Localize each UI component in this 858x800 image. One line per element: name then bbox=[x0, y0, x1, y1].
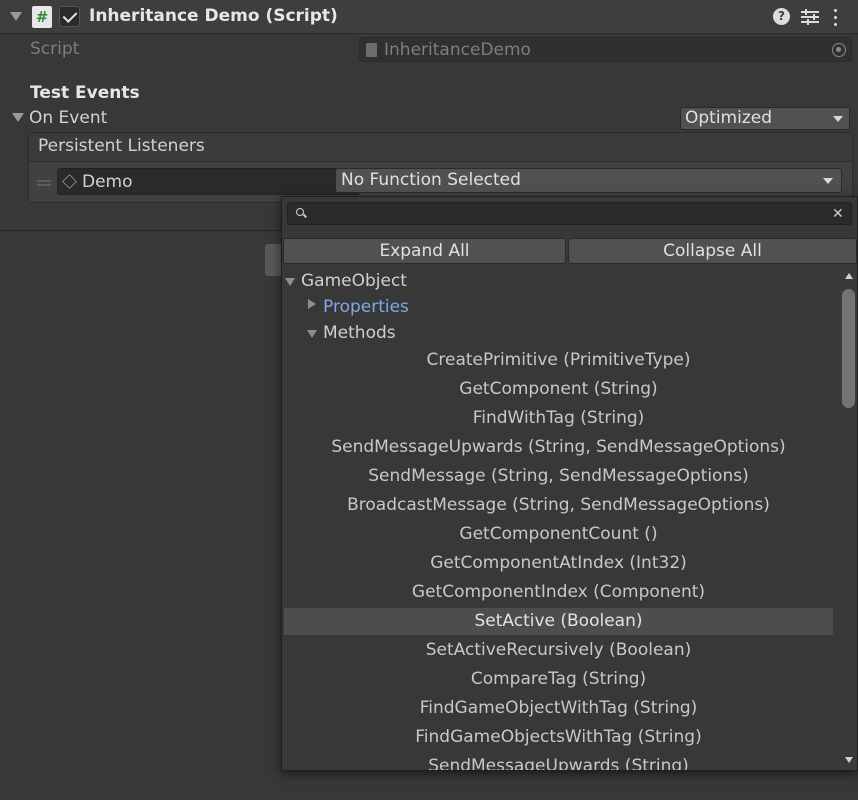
tree-node-properties[interactable]: Properties bbox=[323, 299, 409, 316]
method-item[interactable]: FindGameObjectsWithTag (String) bbox=[284, 724, 833, 751]
method-label: GetComponent (String) bbox=[459, 379, 658, 399]
method-label: SendMessage (String, SendMessageOptions) bbox=[368, 466, 749, 486]
gameobject-icon bbox=[62, 174, 77, 189]
on-event-label[interactable]: On Event bbox=[29, 110, 107, 127]
script-file-icon bbox=[366, 43, 377, 57]
method-label: BroadcastMessage (String, SendMessageOpt… bbox=[347, 495, 770, 515]
function-dropdown[interactable]: No Function Selected bbox=[335, 168, 842, 193]
target-object-value: Demo bbox=[82, 172, 133, 192]
method-item[interactable]: SendMessageUpwards (String) bbox=[284, 753, 833, 771]
tree-collapse-icon[interactable] bbox=[308, 299, 316, 309]
tree-expand-icon[interactable] bbox=[285, 278, 295, 286]
method-label: FindWithTag (String) bbox=[472, 408, 645, 428]
method-list: CreatePrimitive (PrimitiveType) GetCompon… bbox=[282, 346, 840, 771]
method-item[interactable]: GetComponent (String) bbox=[284, 376, 833, 403]
function-popup: ✕ Expand All Collapse All GameObject Pro… bbox=[281, 196, 858, 771]
method-item[interactable]: FindGameObjectWithTag (String) bbox=[284, 695, 833, 722]
method-item[interactable]: CreatePrimitive (PrimitiveType) bbox=[284, 347, 833, 374]
fold-arrow-icon[interactable] bbox=[10, 12, 22, 21]
method-item[interactable]: BroadcastMessage (String, SendMessageOpt… bbox=[284, 492, 833, 519]
method-label: FindGameObjectsWithTag (String) bbox=[415, 727, 702, 747]
script-value: InheritanceDemo bbox=[384, 40, 531, 60]
chevron-down-icon bbox=[823, 178, 833, 184]
method-label: CreatePrimitive (PrimitiveType) bbox=[426, 350, 691, 370]
method-label: FindGameObjectWithTag (String) bbox=[419, 698, 698, 718]
help-icon[interactable]: ? bbox=[773, 8, 790, 25]
enable-checkbox[interactable] bbox=[59, 6, 80, 27]
tree-node-methods[interactable]: Methods bbox=[323, 325, 396, 342]
method-item[interactable]: GetComponentCount () bbox=[284, 521, 833, 548]
method-label: SendMessageUpwards (String, SendMessageO… bbox=[331, 437, 786, 457]
method-item[interactable]: SendMessage (String, SendMessageOptions) bbox=[284, 463, 833, 490]
object-picker-icon[interactable] bbox=[832, 43, 846, 57]
expand-all-button[interactable]: Expand All bbox=[283, 238, 566, 264]
listener-header-label: Persistent Listeners bbox=[38, 136, 205, 156]
method-tree: GameObject Properties Methods CreatePrim… bbox=[282, 269, 840, 771]
event-mode-dropdown[interactable]: Optimized bbox=[680, 107, 850, 130]
method-item[interactable]: CompareTag (String) bbox=[284, 666, 833, 693]
method-item[interactable]: SetActive (Boolean) bbox=[284, 608, 833, 635]
method-label: GetComponentAtIndex (Int32) bbox=[430, 553, 687, 573]
search-input[interactable]: ✕ bbox=[287, 202, 852, 225]
listener-header: Persistent Listeners bbox=[29, 133, 852, 162]
kebab-menu-icon[interactable] bbox=[829, 7, 843, 27]
scrollbar[interactable] bbox=[840, 269, 857, 770]
scroll-up-icon[interactable] bbox=[845, 273, 853, 279]
tree-expand-icon[interactable] bbox=[307, 330, 317, 338]
component-title: Inheritance Demo (Script) bbox=[89, 6, 338, 26]
scroll-down-icon[interactable] bbox=[845, 757, 853, 763]
method-item[interactable]: GetComponentIndex (Component) bbox=[284, 579, 833, 606]
method-item[interactable]: SetActiveRecursively (Boolean) bbox=[284, 637, 833, 664]
tree-node-gameobject[interactable]: GameObject bbox=[301, 273, 407, 290]
target-object-field[interactable]: Demo bbox=[57, 168, 360, 195]
script-icon: # bbox=[32, 6, 52, 28]
method-label: SetActiveRecursively (Boolean) bbox=[425, 640, 692, 660]
method-item[interactable]: FindWithTag (String) bbox=[284, 405, 833, 432]
component-header[interactable]: # Inheritance Demo (Script) ? bbox=[0, 0, 858, 34]
method-label: GetComponentCount () bbox=[459, 524, 658, 544]
method-label: CompareTag (String) bbox=[470, 669, 647, 689]
method-label: SetActive (Boolean) bbox=[474, 611, 643, 631]
method-label: SendMessageUpwards (String) bbox=[428, 756, 689, 771]
chevron-down-icon bbox=[833, 116, 843, 122]
presets-icon[interactable] bbox=[801, 8, 819, 26]
script-field[interactable]: InheritanceDemo bbox=[359, 37, 852, 62]
scroll-thumb[interactable] bbox=[842, 289, 855, 408]
collapse-all-button[interactable]: Collapse All bbox=[568, 238, 857, 264]
method-item[interactable]: GetComponentAtIndex (Int32) bbox=[284, 550, 833, 577]
close-icon[interactable]: ✕ bbox=[832, 206, 844, 222]
script-label: Script bbox=[30, 39, 80, 59]
function-value: No Function Selected bbox=[341, 170, 521, 190]
fold-arrow-icon[interactable] bbox=[12, 113, 24, 122]
method-label: GetComponentIndex (Component) bbox=[411, 582, 706, 602]
method-item[interactable]: SendMessageUpwards (String, SendMessageO… bbox=[284, 434, 833, 461]
event-mode-value: Optimized bbox=[685, 108, 773, 128]
search-icon bbox=[296, 208, 304, 216]
drag-handle-icon[interactable] bbox=[37, 180, 51, 186]
listener-list: Persistent Listeners Demo No Function Se… bbox=[28, 132, 853, 203]
section-title: Test Events bbox=[30, 83, 140, 103]
